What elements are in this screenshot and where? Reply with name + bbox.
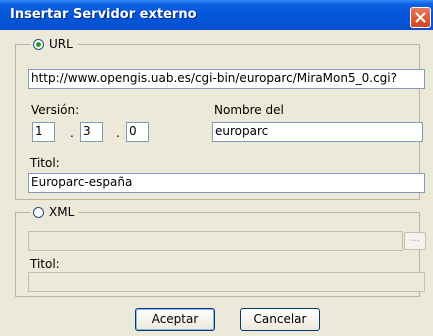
close-icon [415,12,426,23]
xml-radio-option[interactable]: XML [30,205,79,219]
nombre-label: Nombre del [214,103,284,117]
title-bar[interactable]: Insertar Servidor externo [0,0,433,30]
url-titol-input[interactable]: Europarc-españa [28,173,425,193]
version-label: Versión: [31,103,80,117]
xml-radio-label: XML [49,205,75,219]
accept-button[interactable]: Aceptar [135,308,215,331]
version-patch-input[interactable]: 0 [126,122,149,142]
close-button[interactable] [410,7,431,28]
version-minor-input[interactable]: 3 [80,122,103,142]
url-radio-option[interactable]: URL [30,37,77,51]
xml-radio[interactable] [33,206,44,218]
xml-titol-label: Titol: [30,257,60,271]
version-major-input[interactable]: 1 [32,122,55,142]
cancel-button[interactable]: Cancelar [240,308,320,331]
version-separator: . [116,126,120,140]
dialog-window: Insertar Servidor externo URL http://www… [0,0,433,336]
url-titol-label: Titol: [30,156,60,170]
nombre-input[interactable]: europarc [212,122,423,142]
url-radio-label: URL [49,37,73,51]
version-separator: . [70,126,74,140]
url-input[interactable]: http://www.opengis.uab.es/cgi-bin/europa… [28,69,425,89]
browse-button[interactable]: ... [404,232,426,250]
xml-input[interactable] [28,231,403,251]
url-radio[interactable] [33,38,44,50]
window-title: Insertar Servidor externo [10,7,197,22]
xml-titol-input[interactable] [28,272,425,292]
